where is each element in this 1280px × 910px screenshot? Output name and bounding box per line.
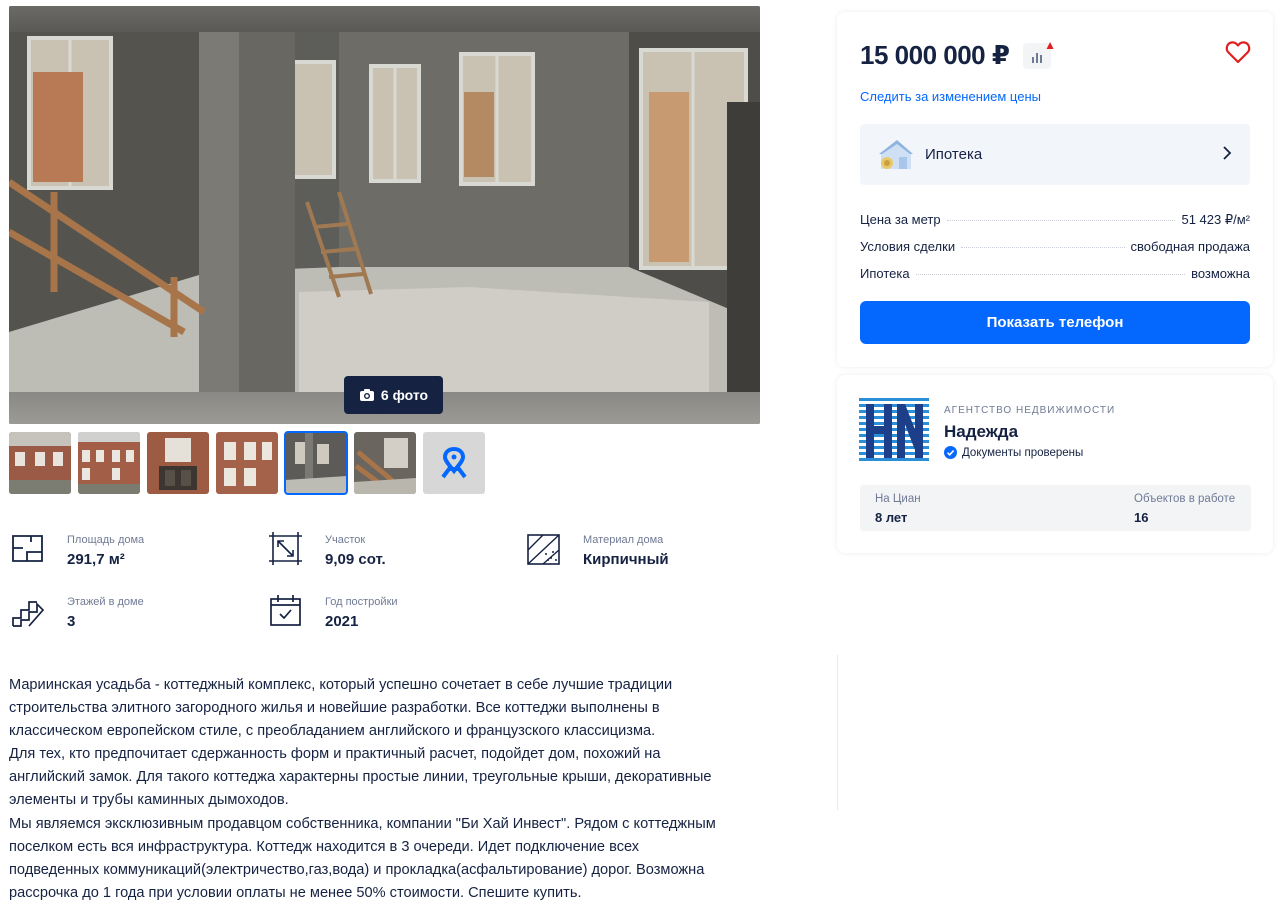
description-line: Мариинская усадьба - коттеджный комплекс… xyxy=(9,677,673,693)
photo-gallery[interactable]: 6 фото xyxy=(9,6,760,424)
feature-house-area: Площадь дома 291,7 м² xyxy=(9,530,144,568)
plot-icon xyxy=(269,532,302,565)
feature-label: Площадь дома xyxy=(67,534,145,546)
feature-year: Год постройки 2021 xyxy=(267,592,398,630)
thumbnail[interactable] xyxy=(9,432,71,494)
camera-icon xyxy=(359,389,374,401)
feature-plot: Участок 9,09 сот. xyxy=(267,530,386,568)
stat-objects: Объектов в работе 16 xyxy=(1134,493,1235,525)
description: Мариинская усадьба - коттеджный комплекс… xyxy=(9,674,769,905)
feature-value: Кирпичный xyxy=(583,551,669,568)
fact-value: возможна xyxy=(1191,266,1250,281)
fact-dots xyxy=(946,220,1176,221)
fact-value: 51 423 ₽/м² xyxy=(1181,212,1250,227)
map-thumbnail[interactable] xyxy=(423,432,485,494)
fact-label: Цена за метр xyxy=(860,212,941,227)
feature-label: Участок xyxy=(325,534,366,546)
fact-row: Условия сделки свободная продажа xyxy=(860,239,1250,266)
feature-material: Материал дома Кирпичный xyxy=(525,530,669,568)
thumbnail-strip xyxy=(9,431,485,495)
thumbnail[interactable] xyxy=(147,432,209,494)
fact-value: свободная продажа xyxy=(1130,239,1250,254)
thumbnail[interactable] xyxy=(78,432,140,494)
main-photo[interactable] xyxy=(9,32,760,392)
mortgage-label: Ипотека xyxy=(925,146,983,163)
map-pin-icon xyxy=(441,447,467,479)
fact-row: Ипотека возможна xyxy=(860,266,1250,293)
fact-label: Ипотека xyxy=(860,266,910,281)
description-line: классическом европейском стиле, с преобл… xyxy=(9,723,656,740)
photo-count-label: 6 фото xyxy=(380,387,429,403)
stat-years: На Циан 8 лет xyxy=(875,493,921,525)
stat-value: 8 лет xyxy=(875,510,908,525)
feature-value: 291,7 м² xyxy=(67,551,125,568)
fact-row: Цена за метр 51 423 ₽/м² xyxy=(860,212,1250,239)
gallery-top-strip xyxy=(9,6,760,32)
stat-label: На Циан xyxy=(875,493,921,505)
price-card: 15 000 000 ₽ ▲ Следить за изменением цен… xyxy=(837,12,1273,367)
feature-value: 9,09 сот. xyxy=(325,551,386,568)
verified-check-icon xyxy=(944,446,957,459)
agency-logo[interactable] xyxy=(859,396,929,466)
favorite-heart-icon[interactable] xyxy=(1225,40,1251,64)
thumbnail[interactable] xyxy=(216,432,278,494)
feature-value: 3 xyxy=(67,613,76,630)
agency-card: АГЕНТСТВО НЕДВИЖИМОСТИ Надежда Документы… xyxy=(837,375,1273,553)
chevron-right-icon xyxy=(1223,146,1232,160)
stairs-icon xyxy=(12,601,45,627)
fact-dots xyxy=(915,274,1186,275)
show-phone-button[interactable]: Показать телефон xyxy=(860,301,1250,344)
price-history-button[interactable]: ▲ xyxy=(1023,38,1056,69)
price-facts: Цена за метр 51 423 ₽/м² Условия сделки св… xyxy=(860,212,1250,293)
feature-label: Год постройки xyxy=(325,596,398,608)
price: 15 000 000 ₽ xyxy=(860,40,1010,70)
description-line: элементы и трубы каминных дымоходов. xyxy=(9,792,289,809)
agency-name[interactable]: Надежда xyxy=(944,422,1018,442)
calendar-icon xyxy=(270,595,301,626)
description-line: подведенных коммуникаций(электричество,г… xyxy=(9,861,705,878)
agency-verified: Документы проверены xyxy=(944,446,1083,459)
column-divider xyxy=(837,655,838,810)
description-line: строительства элитного загородного жилья… xyxy=(9,700,660,717)
house-area-icon xyxy=(12,535,43,562)
price-up-icon: ▲ xyxy=(1044,38,1056,52)
feature-floors: Этажей в доме 3 xyxy=(9,592,144,630)
description-line: английский замок. Для такого коттеджа ха… xyxy=(9,769,712,786)
material-icon xyxy=(527,534,560,565)
thumbnail-active[interactable] xyxy=(284,431,348,495)
photo-count-button[interactable]: 6 фото xyxy=(344,376,443,414)
mortgage-banner[interactable]: Ипотека xyxy=(860,124,1250,185)
track-price-link[interactable]: Следить за изменением цены xyxy=(860,89,1041,104)
feature-label: Этажей в доме xyxy=(67,596,144,608)
stat-label: Объектов в работе xyxy=(1134,493,1236,505)
fact-label: Условия сделки xyxy=(860,239,956,254)
feature-value: 2021 xyxy=(325,613,359,630)
house-icon xyxy=(879,140,913,169)
agency-type: АГЕНТСТВО НЕДВИЖИМОСТИ xyxy=(944,405,1116,416)
description-line: рассрочка до 1 года при условии оплаты н… xyxy=(9,884,582,901)
fact-dots xyxy=(961,247,1125,248)
description-line: поселком есть вся инфраструктура. Коттед… xyxy=(9,838,640,855)
thumbnail[interactable] xyxy=(354,432,416,494)
feature-label: Материал дома xyxy=(583,534,664,546)
verified-label: Документы проверены xyxy=(962,446,1084,459)
description-line: Мы являемся эксклюзивным продавцом собст… xyxy=(9,815,716,832)
stat-value: 16 xyxy=(1134,510,1149,525)
agency-stats: На Циан 8 лет Объектов в работе 16 xyxy=(860,485,1251,531)
description-line: Для тех, кто предпочитает сдержанность ф… xyxy=(9,746,661,763)
